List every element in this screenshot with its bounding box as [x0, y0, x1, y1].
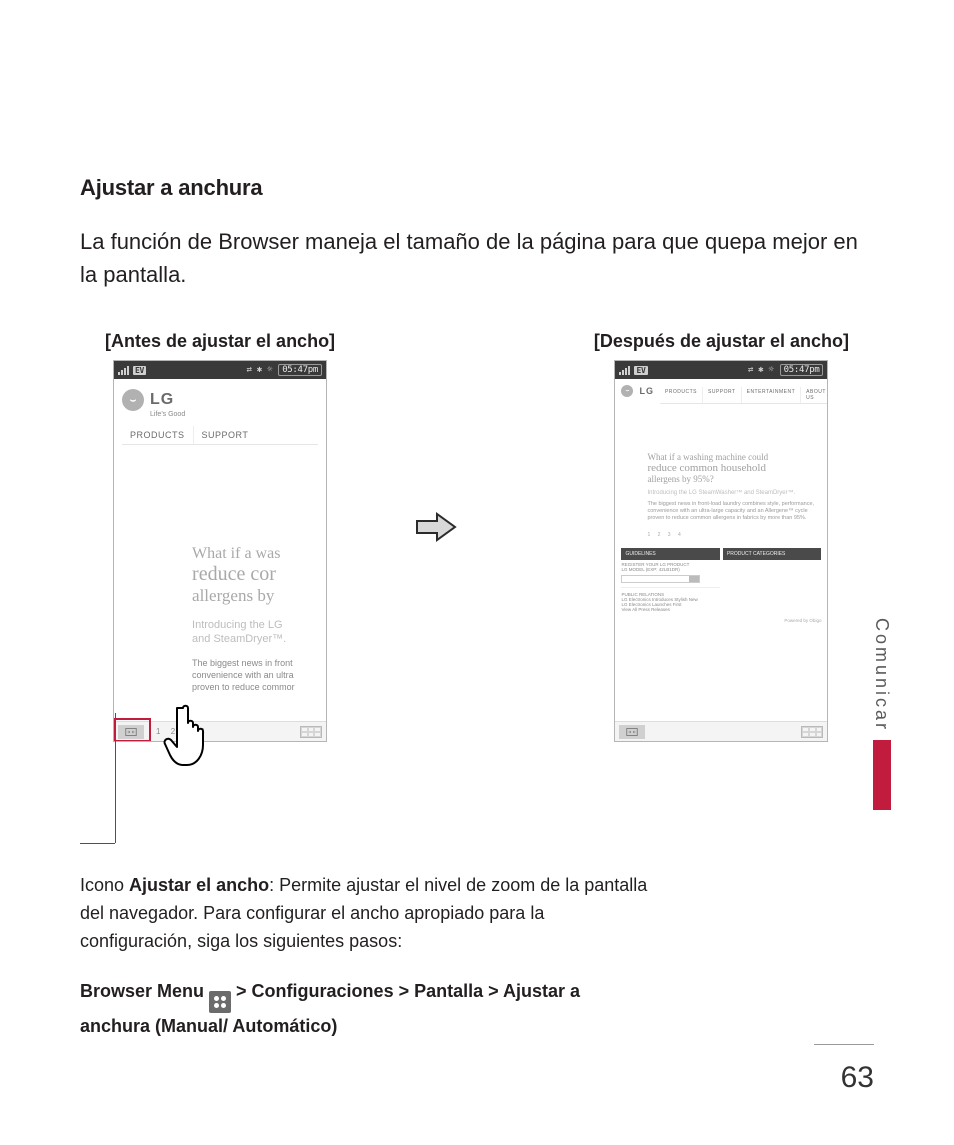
body-line: The biggest news in front — [192, 657, 318, 669]
side-tab-label: Comunicar — [871, 618, 892, 740]
hero-line: What if a was — [192, 545, 318, 563]
site-nav-item: ENTERTAINMENT — [741, 387, 801, 403]
hero-line: allergens by — [192, 586, 318, 606]
site-nav-item: PRODUCTS — [122, 426, 193, 444]
hero-body: The biggest news in front convenience wi… — [122, 657, 318, 693]
site-nav: PRODUCTS SUPPORT ENTERTAINMENT ABOUT US — [660, 387, 828, 404]
site-nav: PRODUCTS SUPPORT — [122, 426, 318, 445]
list-columns: REGISTER YOUR LG PRODUCT LG MODEL (EXP: … — [621, 562, 821, 612]
browser-viewport: ⌣ LG Life's Good PRODUCTS SUPPORT What i… — [114, 379, 326, 723]
figure-before: [Antes de ajustar el ancho] EV ⇄ ✱ ☼ 05:… — [105, 331, 335, 742]
keyboard-icon[interactable] — [801, 726, 823, 738]
status-bar: EV ⇄ ✱ ☼ 05:47pm — [114, 361, 326, 379]
hero-text: What if a was reduce cor allergens by — [122, 545, 318, 606]
section-side-tab: Comunicar — [871, 618, 892, 810]
lg-logo-icon: ⌣ — [621, 385, 633, 397]
lg-logo: ⌣ LG — [621, 385, 654, 397]
phone-mock-after: EV ⇄ ✱ ☼ 05:47pm ⌣ LG PRODUCTS SUPPORT — [614, 360, 828, 742]
status-icons: ⇄ ✱ ☼ — [748, 365, 774, 375]
clock: 05:47pm — [278, 364, 322, 376]
lg-logo-text: LG — [150, 391, 174, 409]
hero-subtitle: Introducing the LG and SteamDryer™. — [122, 618, 318, 647]
site-nav-item: SUPPORT — [702, 387, 741, 403]
path-segment: Browser Menu — [80, 981, 209, 1001]
status-bar: EV ⇄ ✱ ☼ 05:47pm — [615, 361, 827, 379]
hero-line: allergens by 95%? — [647, 474, 821, 484]
browser-menu-icon — [209, 991, 231, 1013]
browser-viewport: ⌣ LG PRODUCTS SUPPORT ENTERTAINMENT ABOU… — [615, 379, 827, 723]
pager: 1 2 3 4 — [647, 532, 821, 538]
subtitle-line: and SteamDryer™. — [192, 632, 318, 646]
model-search-input[interactable] — [621, 575, 700, 583]
signal-icon — [118, 366, 129, 375]
manual-page: Ajustar a anchura La función de Browser … — [0, 0, 954, 1145]
network-badge: EV — [133, 366, 146, 375]
list-sub: LG MODEL (EXP: 42LB1DR) — [621, 567, 720, 572]
browser-toolbar — [615, 721, 827, 741]
hero-line: reduce common household — [647, 462, 821, 474]
status-icons: ⇄ ✱ ☼ — [247, 365, 273, 375]
page-number: 63 — [841, 1061, 874, 1095]
fit-width-button[interactable] — [118, 725, 144, 739]
side-tab-marker — [873, 740, 891, 810]
lg-logo: ⌣ LG — [122, 389, 318, 411]
hero-line: What if a washing machine could — [647, 452, 821, 462]
browser-toolbar: 1 2 3 4 — [114, 721, 326, 741]
hero-subtitle: Introducing the LG SteamWasher™ and Stea… — [647, 490, 821, 496]
site-nav-item: SUPPORT — [193, 426, 257, 444]
section-title: Ajustar a anchura — [80, 175, 874, 201]
list-column: REGISTER YOUR LG PRODUCT LG MODEL (EXP: … — [621, 562, 720, 612]
clock: 05:47pm — [780, 364, 824, 376]
callout-leader — [115, 713, 116, 843]
site-nav-item: ABOUT US — [800, 387, 827, 403]
figure-after: [Después de ajustar el ancho] EV ⇄ ✱ ☼ 0… — [594, 331, 849, 742]
list-link: View All Press Releases — [621, 607, 720, 612]
signal-icon — [619, 366, 630, 375]
lg-logo-icon: ⌣ — [122, 389, 144, 411]
lg-tagline: Life's Good — [150, 411, 318, 418]
network-badge: EV — [634, 366, 647, 375]
hero-line: reduce cor — [192, 563, 318, 586]
footer-rule — [814, 1044, 874, 1045]
callout-paragraph: Icono Ajustar el ancho: Permite ajustar … — [80, 872, 650, 956]
site-nav-item: PRODUCTS — [660, 387, 702, 403]
callout-term: Ajustar el ancho — [129, 875, 269, 895]
tap-hand-icon — [163, 700, 219, 770]
hero-body: The biggest news in front-load laundry c… — [647, 501, 821, 522]
section-header: PRODUCT CATEGORIES — [723, 548, 822, 560]
arrow-icon — [415, 510, 457, 544]
subtitle-line: Introducing the LG — [192, 618, 318, 632]
figures-row: [Antes de ajustar el ancho] EV ⇄ ✱ ☼ 05:… — [80, 331, 874, 742]
body-line: proven to reduce commor — [192, 681, 318, 693]
keyboard-icon[interactable] — [300, 726, 322, 738]
callout-leader — [80, 843, 115, 844]
phone-mock-before: EV ⇄ ✱ ☼ 05:47pm ⌣ LG Life's Good PRODUC… — [113, 360, 327, 742]
section-headers: GUIDELINES PRODUCT CATEGORIES — [621, 548, 821, 560]
body-line: convenience with an ultra — [192, 669, 318, 681]
lg-logo-text: LG — [639, 386, 654, 396]
list-column — [723, 562, 822, 612]
provider-label: Powered by Obigo — [621, 618, 821, 623]
fit-width-button[interactable] — [619, 725, 645, 739]
section-lead: La función de Browser maneja el tamaño d… — [80, 225, 874, 291]
hero-text: What if a washing machine could reduce c… — [647, 452, 821, 484]
menu-path: Browser Menu > Configuraciones > Pantall… — [80, 978, 650, 1040]
fit-width-icon — [124, 727, 138, 737]
fit-width-icon — [625, 727, 639, 737]
figure-after-caption: [Después de ajustar el ancho] — [594, 331, 849, 352]
figure-before-caption: [Antes de ajustar el ancho] — [105, 331, 335, 352]
section-header: GUIDELINES — [621, 548, 720, 560]
callout-prefix: Icono — [80, 875, 129, 895]
